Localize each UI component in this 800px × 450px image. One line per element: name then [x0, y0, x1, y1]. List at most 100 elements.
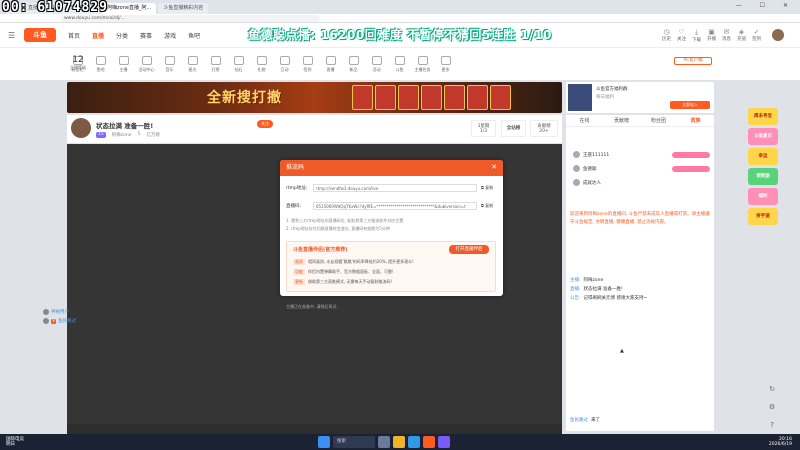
explorer-icon[interactable]	[393, 436, 405, 448]
week-stat[interactable]: 1星期 1/3	[471, 120, 496, 137]
week-stat-value: 1/3	[479, 129, 488, 134]
streamer-avatar[interactable]	[71, 118, 91, 138]
help-icon[interactable]: ?	[766, 421, 778, 433]
category-item[interactable]: 主播	[112, 55, 135, 73]
close-icon[interactable]: ✕	[491, 163, 497, 171]
level-label: 主播等级	[70, 65, 86, 70]
message-author: 主播:	[570, 278, 581, 283]
tab-online[interactable]: 在线	[566, 115, 603, 126]
category-item[interactable]: 斗鱼	[388, 55, 411, 73]
nav-events[interactable]: 赛事	[140, 31, 152, 40]
side-promo[interactable]: 斗鱼夏日	[748, 128, 778, 145]
ad-banner[interactable]: 全新搜打撤	[67, 82, 562, 113]
copy-rtmp-button[interactable]: ⧉ 复制	[481, 185, 493, 191]
rank-link[interactable]: 亿万榜	[146, 132, 160, 138]
contribution-stat[interactable]: 贡献榜 20+	[530, 120, 558, 137]
history-icon[interactable]: ↻	[766, 385, 778, 397]
category-item[interactable]: 礼物	[250, 55, 273, 73]
pc-client-button[interactable]: PC客户端	[674, 57, 712, 65]
copy-code-button[interactable]: ⧉ 复制	[481, 203, 493, 209]
side-ad[interactable]: 斗鱼官方福利群 每日福利 立即加入	[566, 82, 714, 113]
download-icon[interactable]: ⤓ 下载	[689, 28, 704, 43]
chat-message: 主播: 阿梅zone	[570, 277, 603, 283]
side-promo[interactable]: 拼手速	[748, 208, 778, 225]
nav-home[interactable]: 首页	[68, 31, 80, 40]
taskbar-news-widget[interactable]: 国际电竞 明日	[6, 437, 24, 447]
category-item[interactable]: 更多	[434, 55, 457, 73]
float-chat-item: V 鱼民路过 来了	[43, 318, 88, 324]
category-item[interactable]: 音乐	[158, 55, 181, 73]
chat-username[interactable]: 鱼民路过	[58, 318, 76, 324]
broadcast-icon[interactable]: ▣ 开播	[704, 28, 719, 43]
follow-icon[interactable]: ♡ 关注	[674, 28, 689, 43]
side-promo[interactable]: 幸运	[748, 148, 778, 165]
category-item[interactable]: 打榜	[204, 55, 227, 73]
level-badge: 15	[96, 132, 106, 138]
category-item[interactable]: 签到	[296, 55, 319, 73]
nav-fishbar[interactable]: 鱼吧	[188, 31, 200, 40]
gift-strip[interactable]	[67, 424, 562, 434]
user-avatar[interactable]	[772, 29, 784, 41]
nav-category[interactable]: 分类	[116, 31, 128, 40]
rtmp-label: rtmp地址:	[286, 186, 308, 191]
open-companion-button[interactable]: 打开直播伴侣	[449, 245, 489, 254]
checkin-icon[interactable]: ✓ 签到	[749, 28, 764, 43]
rank-row[interactable]: 鱼德聪	[566, 163, 714, 174]
follow-button[interactable]: 关注	[257, 120, 273, 128]
category-item[interactable]: 活动中心	[135, 55, 158, 73]
category-item[interactable]: 互动	[273, 55, 296, 73]
category-item[interactable]: 活动	[365, 55, 388, 73]
category-item[interactable]: 新品	[342, 55, 365, 73]
chat-message: 鱼民路过 来了	[570, 417, 600, 423]
chat-username[interactable]: 神秘用户	[51, 309, 69, 315]
category-item[interactable]: 主播任务	[411, 55, 434, 73]
nav-live[interactable]: 直播	[92, 31, 104, 40]
streamer-name[interactable]: 阿梅zone	[112, 132, 132, 138]
code-field[interactable]: 6515069WdQqTKxWc?dyflfE=****************…	[313, 202, 477, 210]
category-item[interactable]: 钻石	[227, 55, 250, 73]
rtmp-field[interactable]: rtmp://sendfw3.douyu.com/live	[313, 184, 477, 192]
promo-line: 更新 借助第三方直推模式, 无需每天手动复制推流码!	[293, 279, 392, 285]
overlay-title: 00: 61074829	[2, 0, 108, 15]
app-icon[interactable]	[438, 436, 450, 448]
windows-start-icon[interactable]	[318, 436, 330, 448]
taskbar-clock[interactable]: 20:16 2026/6/19	[769, 437, 792, 447]
history-icon[interactable]: ◷ 历史	[659, 28, 674, 43]
promo-tag: 功能	[293, 269, 305, 275]
browser-icon[interactable]	[408, 436, 420, 448]
site-rank[interactable]: 全站榜	[501, 120, 526, 137]
rank-row[interactable]: 王座111111	[566, 149, 714, 160]
side-ad-button[interactable]: 立即加入	[670, 101, 710, 109]
message-author[interactable]: 鱼民路过	[570, 418, 588, 423]
window-controls[interactable]: — ☐ ✕	[736, 2, 796, 9]
douyu-app-icon[interactable]	[423, 436, 435, 448]
chat-message: 公告: 记得刷刷关元博 感谢大家支持~	[570, 295, 647, 301]
side-promo[interactable]: 领奖励	[748, 168, 778, 185]
category-item[interactable]: 星光	[181, 55, 204, 73]
ad-title: 全新搜打撤	[207, 90, 282, 106]
side-promo[interactable]: 福利	[748, 188, 778, 205]
nav-games[interactable]: 游戏	[164, 31, 176, 40]
menu-icon[interactable]: ☰	[8, 31, 18, 40]
rank-row[interactable]: 成就达人	[566, 177, 714, 188]
tab-fanclub[interactable]: 粉丝团	[640, 115, 677, 126]
site-logo[interactable]: 斗鱼	[24, 28, 56, 42]
message-text: 记得刷刷关元博 感谢大家支持~	[583, 296, 648, 301]
browser-tab[interactable]: 斗鱼直播精彩内容	[158, 3, 209, 14]
address-bar[interactable]: www.douyu.com/mcoi/dj/...	[0, 14, 800, 23]
category-item[interactable]: 鱼吧	[89, 55, 112, 73]
task-view-icon[interactable]	[378, 436, 390, 448]
settings-icon[interactable]: ⚙	[766, 403, 778, 415]
message-icon[interactable]: ✉ 消息	[719, 28, 734, 43]
code-label: 直播码:	[286, 204, 302, 209]
url-field[interactable]: www.douyu.com/mcoi/dj/...	[60, 14, 320, 22]
recharge-icon[interactable]: ◈ 充值	[734, 28, 749, 43]
side-promo[interactable]: 周末寻宝	[748, 108, 778, 125]
taskbar-search[interactable]: 搜索	[333, 436, 375, 448]
tab-contribution[interactable]: 贡献榜	[603, 115, 640, 126]
level-number: 12	[72, 55, 84, 65]
category-item[interactable]: 直播	[319, 55, 342, 73]
tab-noble[interactable]: 贵族	[677, 115, 714, 126]
browser-tab-active[interactable]: 阿梅zone直播_阿...	[102, 3, 157, 14]
rank-avatar	[573, 165, 580, 172]
